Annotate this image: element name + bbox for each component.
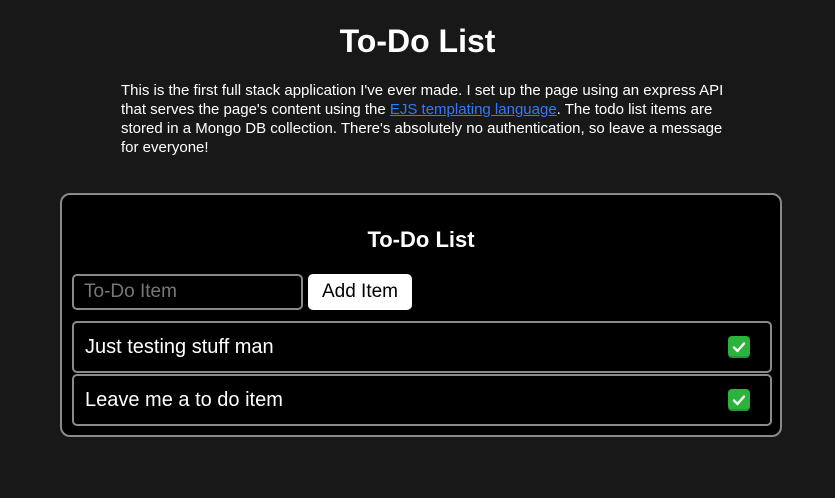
- todo-list-item: Leave me a to do item: [72, 374, 772, 426]
- white-check-mark-icon[interactable]: [728, 389, 750, 411]
- todo-list: Just testing stuff man Leave me a to do …: [72, 321, 772, 427]
- ejs-templating-link[interactable]: EJS templating language: [390, 101, 557, 118]
- intro-paragraph: This is the first full stack application…: [121, 81, 731, 157]
- todo-list-item: Just testing stuff man: [72, 321, 772, 373]
- todo-item-text: Just testing stuff man: [85, 335, 274, 358]
- todo-card-title: To-Do List: [367, 227, 475, 252]
- page: To-Do List This is the first full stack …: [0, 0, 835, 498]
- todo-item-input[interactable]: [72, 274, 303, 310]
- todo-card: To-Do List Add Item Just testing stuff m…: [60, 193, 782, 437]
- todo-item-text: Leave me a to do item: [85, 388, 283, 411]
- add-item-button[interactable]: Add Item: [308, 274, 412, 310]
- white-check-mark-icon[interactable]: [728, 336, 750, 358]
- page-title: To-Do List: [339, 23, 496, 59]
